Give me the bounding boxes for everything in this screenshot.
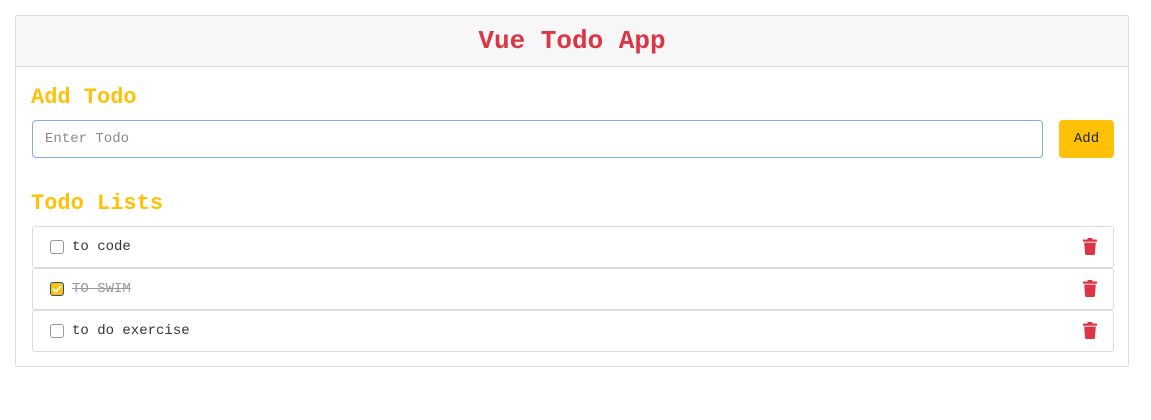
list-item: TO SWIM [32,268,1114,310]
list-item: to code [32,226,1114,268]
todo-checkbox[interactable] [50,240,64,254]
todo-card: Vue Todo App Add Todo Add Todo Lists to … [15,15,1129,367]
trash-icon[interactable] [1083,280,1097,297]
todo-lists-heading: Todo Lists [31,191,164,216]
todo-text: TO SWIM [72,281,131,297]
todo-list: to code TO SWIM to do exercise [32,226,1114,352]
add-button[interactable]: Add [1059,120,1114,158]
card-header: Vue Todo App [16,16,1128,67]
list-item: to do exercise [32,310,1114,352]
trash-icon[interactable] [1083,322,1097,339]
trash-icon[interactable] [1083,238,1097,255]
todo-text: to do exercise [72,323,190,339]
todo-checkbox[interactable] [50,282,64,296]
todo-checkbox[interactable] [50,324,64,338]
check-icon [52,285,62,293]
todo-input[interactable] [32,120,1043,158]
app-title: Vue Todo App [478,26,666,56]
todo-text: to code [72,239,131,255]
add-todo-heading: Add Todo [31,85,137,110]
